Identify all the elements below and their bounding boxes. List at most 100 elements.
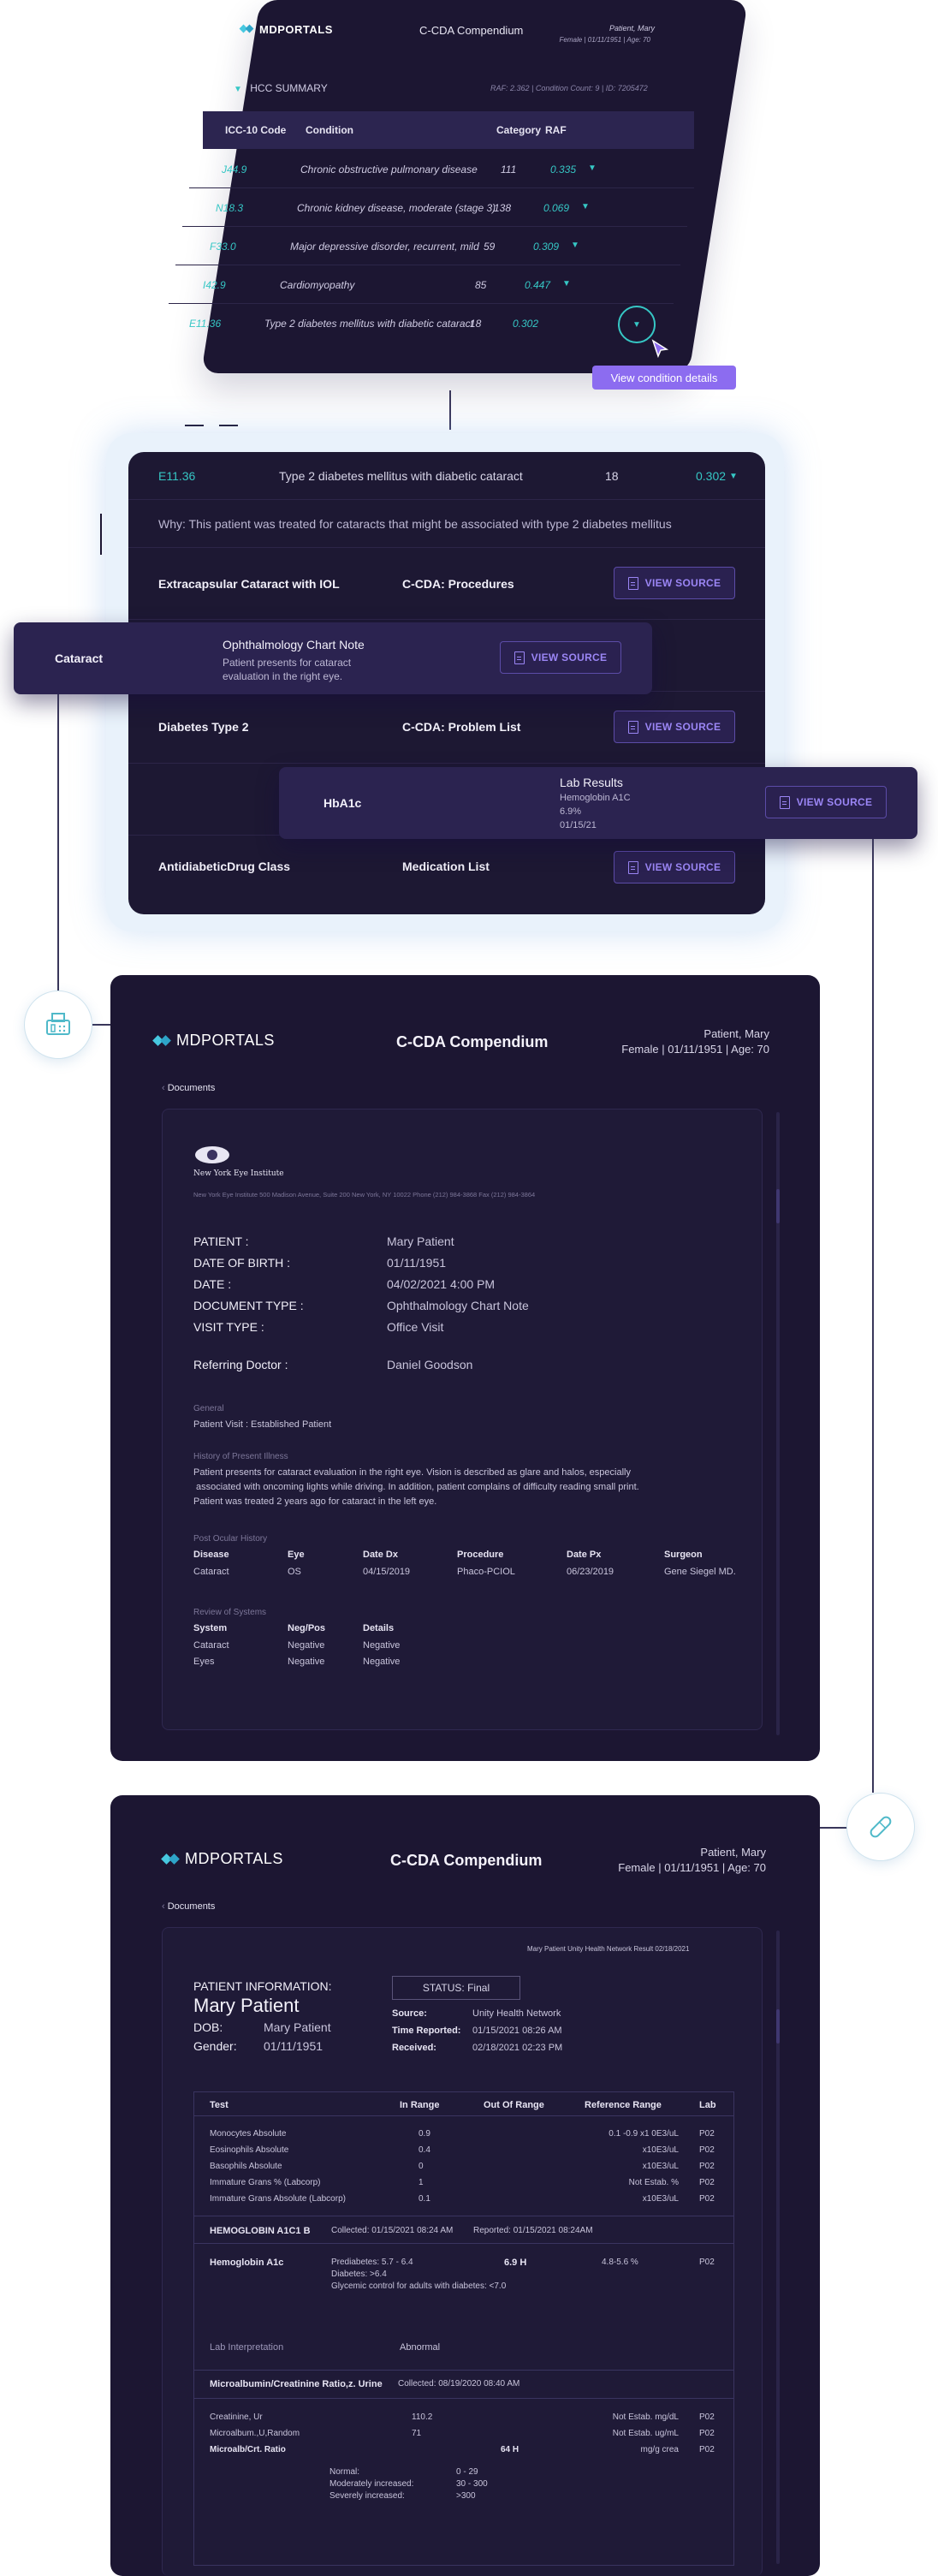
button-label: VIEW SOURCE: [531, 651, 608, 663]
row-raf: 0.447: [525, 279, 551, 291]
field-value: 01/15/2021 08:26 AM: [472, 2026, 562, 2036]
back-to-documents[interactable]: ‹ Documents: [162, 1083, 215, 1093]
divider: [194, 2398, 733, 2399]
table-cell: 0: [419, 2162, 424, 2171]
table-cell: Cataract: [193, 1567, 229, 1577]
table-cell: Basophils Absolute: [210, 2162, 282, 2171]
table-cell: 06/23/2019: [567, 1567, 614, 1577]
test-tube-icon-badge: [846, 1793, 915, 1861]
field-label: Gender:: [193, 2039, 237, 2053]
view-source-button[interactable]: VIEW SOURCE: [765, 786, 887, 818]
table-cell: 0.1 -0.9 x1 0E3/uL: [609, 2129, 679, 2139]
brand-logo: MDPORTALS: [161, 1850, 283, 1868]
row-category: 18: [605, 469, 619, 483]
row-condition: Major depressive disorder, recurrent, mi…: [290, 241, 479, 253]
view-source-button[interactable]: VIEW SOURCE: [500, 641, 621, 674]
field-label: Referring Doctor :: [193, 1358, 288, 1371]
section-text: Patient was treated 2 years ago for cata…: [193, 1496, 437, 1507]
evidence-name: HbA1c: [324, 796, 362, 810]
field-label: Source:: [392, 2008, 427, 2019]
patient-name: Patient, Mary: [704, 1027, 769, 1040]
row-raf: 0.302: [513, 318, 539, 330]
row-condition: Chronic obstructive pulmonary disease: [300, 164, 478, 176]
evidence-popout-cataract: Cataract Ophthalmology Chart Note Patien…: [14, 622, 652, 694]
chevron-down-icon[interactable]: ▼: [588, 164, 597, 173]
table-cell: x10E3/uL: [642, 2162, 679, 2171]
chevron-left-icon: ‹: [162, 1083, 168, 1093]
field-value: Office Visit: [387, 1320, 444, 1334]
table-cell: P02: [699, 2412, 715, 2422]
summary-meta: RAF: 2.362 | Condition Count: 9 | ID: 72…: [490, 84, 648, 92]
evidence-text: 6.9%: [560, 806, 582, 817]
evidence-text: Patient presents for cataract: [223, 657, 352, 669]
chevron-down-icon[interactable]: ▼: [562, 279, 571, 289]
row-code: N18.3: [216, 202, 244, 214]
evidence-name: Diabetes Type 2: [158, 720, 249, 734]
expand-row-button[interactable]: ▼: [618, 306, 656, 343]
chevron-down-icon: ▼: [234, 85, 242, 94]
table-cell: Eosinophils Absolute: [210, 2145, 289, 2155]
row-condition: Type 2 diabetes mellitus with diabetic c…: [279, 469, 523, 483]
norm-label: Moderately increased:: [329, 2479, 414, 2489]
field-value: Ophthalmology Chart Note: [387, 1299, 529, 1312]
document-icon: [627, 576, 638, 590]
cursor-pointer-icon: [651, 339, 669, 359]
table-cell: 0.1: [419, 2194, 430, 2204]
evidence-row: Diabetes Type 2 C-CDA: Problem List VIEW…: [128, 692, 765, 764]
out-of-range-value: 6.9 H: [504, 2258, 527, 2268]
table-row[interactable]: N18.3 Chronic kidney disease, moderate (…: [182, 189, 687, 227]
button-label: VIEW SOURCE: [644, 577, 721, 589]
evidence-text: Hemoglobin A1C: [560, 793, 631, 803]
table-cell: Microalbum.,U,Random: [210, 2429, 300, 2438]
row-condition: Type 2 diabetes mellitus with diabetic c…: [264, 318, 473, 330]
chevron-down-icon[interactable]: ▼: [729, 472, 738, 481]
section-heading: Review of Systems: [193, 1608, 267, 1617]
why-row: Why: This patient was treated for catara…: [128, 500, 765, 548]
interpretation-label: Lab Interpretation: [210, 2342, 284, 2353]
selected-condition-row: E11.36 Type 2 diabetes mellitus with dia…: [128, 452, 765, 500]
evidence-row: Extracapsular Cataract with IOL C-CDA: P…: [128, 548, 765, 620]
scrollbar-thumb[interactable]: [776, 1189, 780, 1223]
reference-note: Prediabetes: 5.7 - 6.4: [331, 2258, 413, 2267]
patient-name: Patient, Mary: [700, 1846, 766, 1859]
norm-value: >300: [456, 2491, 476, 2501]
table-row[interactable]: F33.0 Major depressive disorder, recurre…: [175, 228, 680, 265]
table-header-cell: Date Px: [567, 1550, 602, 1560]
row-raf: 0.309: [533, 241, 560, 253]
chevron-down-icon[interactable]: ▼: [581, 202, 590, 211]
view-source-button[interactable]: VIEW SOURCE: [614, 711, 735, 743]
field-value: Daniel Goodson: [387, 1358, 473, 1371]
row-raf: 0.069: [543, 202, 570, 214]
scrollbar-thumb[interactable]: [776, 2009, 780, 2044]
app-title: C-CDA Compendium: [390, 1852, 543, 1869]
back-to-documents[interactable]: ‹ Documents: [162, 1901, 215, 1912]
row-raf: 0.302: [696, 469, 727, 483]
row-raf: 0.335: [550, 164, 577, 176]
table-row[interactable]: E11.36 Type 2 diabetes mellitus with dia…: [162, 305, 667, 342]
institute-name: New York Eye Institute: [193, 1169, 284, 1178]
patient-meta: Female | 01/11/1951 | Age: 70: [559, 36, 650, 44]
divider: [194, 2243, 733, 2244]
document-icon: [779, 795, 790, 809]
chevron-down-icon[interactable]: ▼: [571, 241, 579, 250]
table-header-cell: Eye: [288, 1550, 305, 1560]
table-header-cell: Date Dx: [363, 1550, 398, 1560]
row-category: 111: [501, 164, 517, 176]
table-cell: P02: [699, 2445, 715, 2454]
table-cell: Not Estab. ug/mL: [612, 2429, 679, 2438]
section-heading: General: [193, 1404, 224, 1413]
reference-note: Diabetes: >6.4: [331, 2270, 387, 2279]
section-toggle[interactable]: ▼ HCC SUMMARY: [234, 82, 328, 94]
view-source-button[interactable]: VIEW SOURCE: [614, 851, 735, 883]
section-heading: History of Present Illness: [193, 1452, 288, 1461]
table-row[interactable]: J44.9 Chronic obstructive pulmonary dise…: [189, 151, 694, 188]
table-header-cell: Surgeon: [664, 1550, 703, 1560]
table-cell: 110.2: [412, 2412, 433, 2422]
table-row[interactable]: I42.9 Cardiomyopathy 85 0.447 ▼: [169, 266, 674, 304]
tooltip-view-condition-details: View condition details: [592, 366, 736, 390]
collected-time: Collected: 01/15/2021 08:24 AM: [331, 2226, 454, 2235]
field-label: VISIT TYPE :: [193, 1320, 264, 1334]
field-value: 02/18/2021 02:23 PM: [472, 2043, 563, 2053]
view-source-button[interactable]: VIEW SOURCE: [614, 567, 735, 599]
evidence-source: C-CDA: Procedures: [402, 577, 514, 591]
